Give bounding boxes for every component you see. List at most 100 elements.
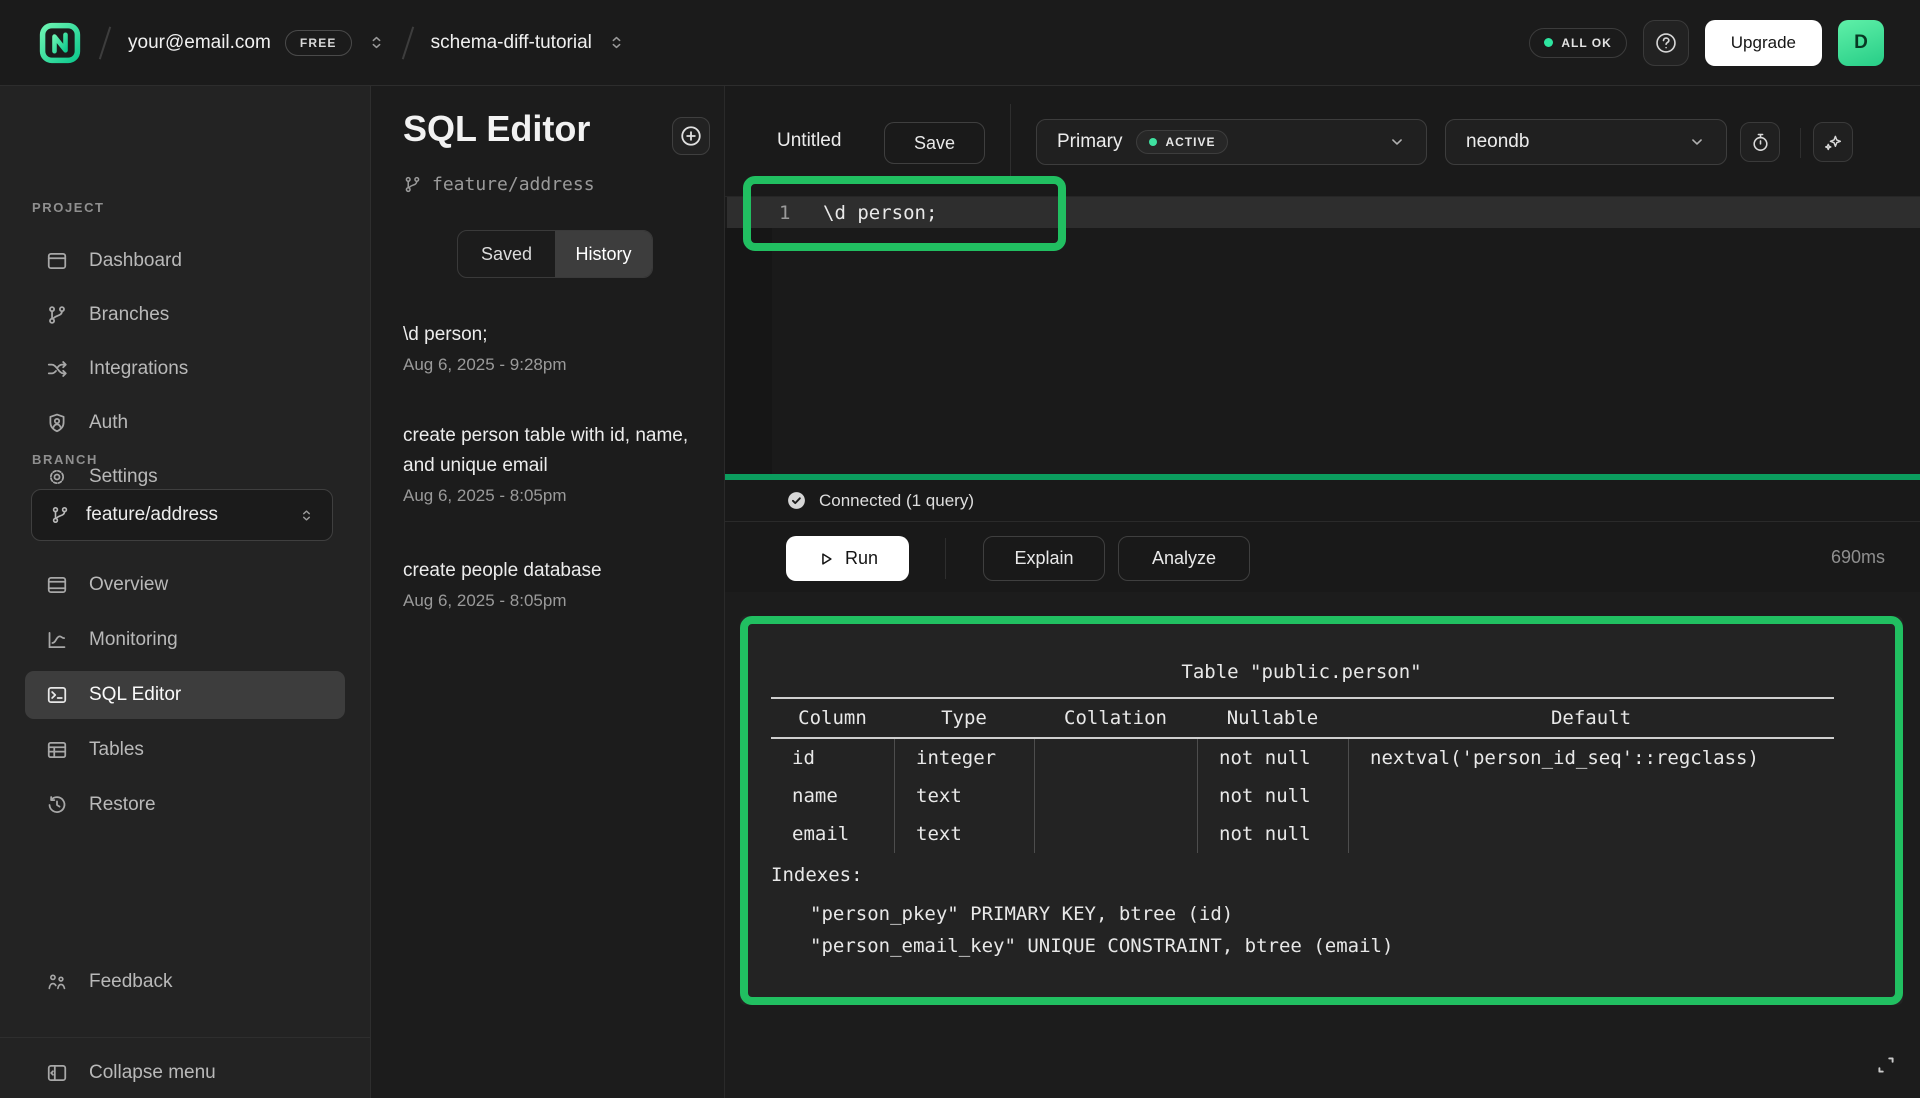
top-bar-actions: ALL OK Upgrade D: [1529, 20, 1920, 66]
branch-selector[interactable]: feature/address: [31, 489, 333, 541]
expand-icon: [1874, 1053, 1898, 1077]
run-label: Run: [845, 548, 878, 569]
column-header: Collation: [1034, 701, 1197, 735]
gear-icon: [45, 466, 69, 488]
line-number: 1: [779, 197, 790, 228]
history-item-title: create people database: [403, 556, 695, 586]
history-item[interactable]: \d person; Aug 6, 2025 - 9:28pm: [403, 320, 695, 375]
auth-shield-icon: [45, 412, 69, 434]
tab-saved[interactable]: Saved: [458, 231, 555, 277]
sidebar-item-auth[interactable]: Auth: [25, 399, 345, 447]
sidebar-item-monitoring[interactable]: Monitoring: [25, 616, 345, 664]
help-button[interactable]: [1643, 20, 1689, 66]
restore-icon: [45, 794, 69, 816]
sidebar-item-label: Dashboard: [89, 250, 182, 272]
sidebar-item-label: Auth: [89, 412, 128, 434]
sidebar-item-label: Branches: [89, 304, 169, 326]
analyze-button[interactable]: Analyze: [1118, 536, 1250, 581]
query-timing-button[interactable]: [1740, 122, 1780, 162]
cell: [1348, 777, 1834, 815]
branch-section-label: BRANCH: [32, 452, 98, 467]
run-button[interactable]: Run: [786, 536, 909, 581]
history-item[interactable]: create people database Aug 6, 2025 - 8:0…: [403, 556, 695, 611]
sidebar-item-tables[interactable]: Tables: [25, 726, 345, 774]
overview-icon: [45, 574, 69, 596]
history-item-title: create person table with id, name, and u…: [403, 421, 695, 481]
saved-history-tabs: Saved History: [457, 230, 653, 278]
index-entry: "person_email_key" UNIQUE CONSTRAINT, bt…: [810, 935, 1393, 957]
cell: not null: [1197, 777, 1348, 815]
sidebar-item-dashboard[interactable]: Dashboard: [25, 237, 345, 285]
save-button[interactable]: Save: [884, 122, 985, 164]
editor-toolbar: Untitled Save Primary ACTIVE neondb: [725, 86, 1920, 197]
project-name[interactable]: schema-diff-tutorial: [431, 32, 592, 54]
history-item-title: \d person;: [403, 320, 695, 350]
toolbar-divider: [1010, 104, 1011, 178]
compute-status-label: ACTIVE: [1165, 135, 1215, 149]
sidebar-item-label: Integrations: [89, 358, 188, 380]
sidebar-item-label: Settings: [89, 466, 158, 488]
results-body: id integer not null nextval('person_id_s…: [771, 739, 1834, 853]
sql-editor-icon: [45, 684, 69, 706]
history-item-date: Aug 6, 2025 - 8:05pm: [403, 591, 695, 611]
ai-assist-button[interactable]: [1813, 122, 1853, 162]
cell: email: [771, 815, 894, 853]
column-header: Type: [894, 701, 1034, 735]
connection-status-bar: Connected (1 query): [725, 480, 1920, 522]
account-email[interactable]: your@email.com: [128, 32, 271, 54]
sidebar-item-integrations[interactable]: Integrations: [25, 345, 345, 393]
database-selector[interactable]: neondb: [1445, 119, 1727, 165]
avatar[interactable]: D: [1838, 20, 1884, 66]
git-branch-icon: [50, 505, 70, 525]
cell: name: [771, 777, 894, 815]
cell: id: [771, 739, 894, 777]
column-header: Default: [1348, 701, 1834, 735]
index-entry: "person_pkey" PRIMARY KEY, btree (id): [810, 903, 1233, 925]
expand-results-button[interactable]: [1871, 1050, 1901, 1080]
table-row: name text not null: [771, 777, 1834, 815]
compute-selector[interactable]: Primary ACTIVE: [1036, 119, 1427, 165]
account-selector-chevrons-icon[interactable]: [368, 33, 385, 52]
sidebar-item-restore[interactable]: Restore: [25, 781, 345, 829]
collapse-menu-button[interactable]: Collapse menu: [25, 1049, 345, 1097]
explain-button[interactable]: Explain: [983, 536, 1105, 581]
indexes-label: Indexes:: [771, 864, 863, 886]
panel-branch-name: feature/address: [432, 174, 595, 195]
sidebar-item-overview[interactable]: Overview: [25, 561, 345, 609]
history-item-date: Aug 6, 2025 - 8:05pm: [403, 486, 695, 506]
query-duration: 690ms: [1831, 547, 1885, 568]
project-selector-chevrons-icon[interactable]: [608, 33, 625, 52]
column-header: Column: [771, 701, 894, 735]
sql-editor-panel: SQL Editor feature/address Saved History…: [371, 86, 725, 1098]
new-query-button[interactable]: [672, 117, 710, 155]
chevron-down-icon: [1688, 133, 1706, 151]
query-tab-name[interactable]: Untitled: [777, 130, 841, 152]
breadcrumb-slash: [99, 26, 111, 59]
sparkles-icon: [1823, 132, 1844, 153]
cell: not null: [1197, 739, 1348, 777]
editor-gutter: [725, 228, 772, 474]
feedback-icon: [45, 971, 69, 993]
cell: nextval('person_id_seq'::regclass): [1348, 739, 1834, 777]
status-badge[interactable]: ALL OK: [1529, 28, 1626, 58]
tab-history[interactable]: History: [555, 231, 652, 277]
database-name: neondb: [1466, 131, 1529, 153]
sidebar-item-label: SQL Editor: [89, 684, 181, 706]
cell: [1034, 739, 1197, 777]
history-item[interactable]: create person table with id, name, and u…: [403, 421, 695, 506]
help-icon: [1654, 31, 1678, 55]
chevron-down-icon: [1388, 133, 1406, 151]
sidebar-item-sql-editor[interactable]: SQL Editor: [25, 671, 345, 719]
sidebar-item-branches[interactable]: Branches: [25, 291, 345, 339]
editor-area: Untitled Save Primary ACTIVE neondb: [725, 86, 1920, 1098]
upgrade-button[interactable]: Upgrade: [1705, 20, 1822, 66]
git-branch-icon: [403, 175, 422, 194]
sidebar-item-label: Collapse menu: [89, 1062, 216, 1084]
results-header-row: Column Type Collation Nullable Default: [771, 701, 1834, 735]
sidebar-item-label: Tables: [89, 739, 144, 761]
actions-divider: [945, 538, 946, 579]
neon-logo-icon[interactable]: [38, 21, 82, 65]
sidebar-item-feedback[interactable]: Feedback: [25, 958, 345, 1006]
code-line[interactable]: \d person;: [823, 197, 937, 228]
query-actions-bar: Run Explain Analyze 690ms: [725, 522, 1920, 592]
